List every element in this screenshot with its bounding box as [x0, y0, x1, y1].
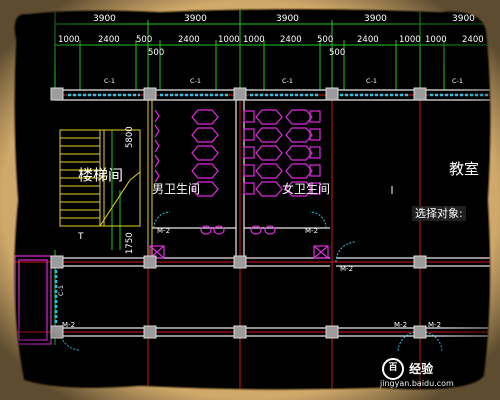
room-label-classroom: 教室 — [449, 160, 480, 178]
door-label: M-2 — [305, 227, 319, 235]
watermark-url: jingyan.baidu.com — [380, 379, 454, 388]
window-label: C-1 — [57, 284, 65, 296]
window-label: C-1 — [190, 77, 202, 85]
dim-label: 3900 — [364, 14, 387, 24]
room-label-womens-restroom: 女卫生间 — [282, 182, 331, 196]
watermark-brand: 经验 — [409, 362, 434, 376]
dim-label: 1000 — [243, 35, 265, 45]
door-label: M-2 — [394, 321, 408, 329]
room-label-mens-restroom: 男卫生间 — [152, 182, 201, 196]
watermark-logo-icon: 百 — [382, 358, 404, 380]
window-label: C-1 — [366, 77, 378, 85]
dim-label: 3900 — [184, 14, 207, 24]
dim-label: 2400 — [357, 35, 379, 45]
dim-label: 500 — [329, 48, 346, 58]
dim-label-vertical: 5800 — [125, 126, 135, 148]
door-label: M-2 — [157, 227, 171, 235]
axis-marker: T — [78, 232, 84, 242]
dim-label: 1000 — [399, 35, 421, 45]
dim-label-vertical: 1750 — [125, 232, 135, 254]
dim-label: 1000 — [218, 35, 240, 45]
dim-label: 2400 — [462, 35, 484, 45]
dim-label: 1000 — [425, 35, 447, 45]
dim-label: 2400 — [98, 35, 120, 45]
window-label: C-1 — [104, 77, 116, 85]
dim-label: 3900 — [93, 14, 116, 24]
dim-label: 2400 — [280, 35, 302, 45]
dim-label: 3900 — [276, 14, 299, 24]
door-label: M-2 — [62, 321, 76, 329]
window-label: C-1 — [452, 77, 464, 85]
dim-label: 2400 — [178, 35, 200, 45]
door-label: M-2 — [428, 321, 442, 329]
dim-label: 500 — [317, 35, 334, 45]
dim-label: 1000 — [58, 35, 80, 45]
window-label: C-1 — [282, 77, 294, 85]
dim-label: 500 — [148, 48, 165, 58]
cad-viewport[interactable]: 3900 3900 3900 3900 3900 1000 2400 500 2… — [0, 0, 500, 400]
watermark: 百 经验 — [382, 358, 433, 380]
parchment-frame — [0, 0, 500, 400]
door-label: M-2 — [340, 265, 354, 273]
dim-label: 3900 — [452, 14, 475, 24]
room-label-stairwell: 楼梯间 — [78, 166, 124, 184]
dim-label: 500 — [136, 35, 153, 45]
command-prompt-tooltip: 选择对象: — [412, 206, 466, 221]
